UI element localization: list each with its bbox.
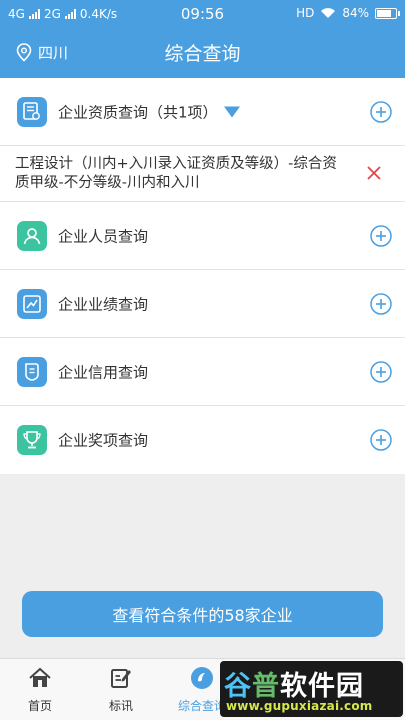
add-credit-icon[interactable] xyxy=(370,360,392,383)
credit-query-row[interactable]: 企业信用查询 xyxy=(0,338,405,406)
location-selector[interactable]: 四川 xyxy=(16,42,68,63)
query-active-icon xyxy=(191,667,213,689)
status-bar: 4G 2G 0.4K/s 09:56 HD 84% xyxy=(0,0,405,28)
qualification-query-row[interactable]: 企业资质查询（共1项） xyxy=(0,78,405,146)
wifi-icon xyxy=(321,8,336,18)
location-pin-icon xyxy=(16,43,32,62)
watermark-url: www.gupuxiazai.com xyxy=(226,699,373,713)
add-personnel-icon[interactable] xyxy=(370,224,392,247)
performance-query-row[interactable]: 企业业绩查询 xyxy=(0,270,405,338)
person-icon xyxy=(17,220,47,251)
tab-bidding[interactable]: 标讯 xyxy=(86,659,156,720)
certificate-icon xyxy=(17,96,47,127)
award-query-row[interactable]: 企业奖项查询 xyxy=(0,406,405,474)
view-matching-companies-button[interactable]: 查看符合条件的58家企业 xyxy=(22,591,383,637)
add-performance-icon[interactable] xyxy=(370,292,392,315)
performance-query-label: 企业业绩查询 xyxy=(58,295,149,313)
tab-home[interactable]: 首页 xyxy=(5,659,75,720)
add-qualification-icon[interactable] xyxy=(370,100,392,123)
top-bar: 4G 2G 0.4K/s 09:56 HD 84% 四川 综合查询 xyxy=(0,0,405,78)
credit-query-label: 企业信用查询 xyxy=(58,363,149,381)
selected-qualification-text: 工程设计（川内+入川录入证资质及等级）-综合资质甲级-不分等级-川内和入川 xyxy=(15,156,337,191)
tab-bidding-label: 标讯 xyxy=(108,699,133,713)
query-list: 企业资质查询（共1项） 工程设计（川内+入川录入证资质及等级）-综合资质甲级-不… xyxy=(0,78,405,474)
site-watermark: 谷普软件园 www.gupuxiazai.com xyxy=(220,661,403,717)
tab-home-label: 首页 xyxy=(27,699,52,713)
trophy-icon xyxy=(17,425,47,455)
personnel-query-row[interactable]: 企业人员查询 xyxy=(0,202,405,270)
location-label: 四川 xyxy=(38,44,69,62)
watermark-logo-text: 谷普软件园 xyxy=(224,671,364,702)
battery-percent: 84% xyxy=(342,6,369,20)
trend-chart-icon xyxy=(17,288,47,319)
selected-qualification-item: 工程设计（川内+入川录入证资质及等级）-综合资质甲级-不分等级-川内和入川 xyxy=(0,146,405,202)
hd-indicator: HD xyxy=(296,6,315,20)
remove-qualification-icon[interactable] xyxy=(365,164,383,182)
award-query-label: 企业奖项查询 xyxy=(58,431,149,450)
credit-shield-icon xyxy=(17,356,47,387)
qualification-query-label-wrap: 企业资质查询（共1项） xyxy=(58,101,240,122)
edit-document-icon xyxy=(111,669,131,688)
qualification-query-label: 企业资质查询（共1项） xyxy=(58,103,218,121)
add-award-icon[interactable] xyxy=(370,429,392,451)
personnel-query-label: 企业人员查询 xyxy=(58,227,149,245)
battery-icon xyxy=(375,7,400,19)
expand-triangle-icon[interactable] xyxy=(223,106,240,117)
nav-bar: 四川 综合查询 xyxy=(0,28,405,78)
home-icon xyxy=(29,667,51,687)
